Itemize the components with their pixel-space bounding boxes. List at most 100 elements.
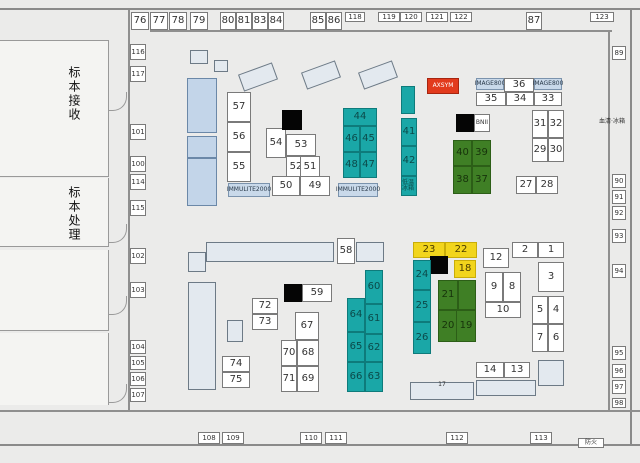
instrument-teal-top[interactable]	[401, 86, 415, 114]
station-31[interactable]: 31	[532, 110, 548, 138]
station-115[interactable]: 115	[130, 200, 146, 216]
station-78[interactable]: 78	[169, 12, 187, 30]
station-67[interactable]: 67	[295, 312, 319, 340]
station-21[interactable]: 21	[438, 280, 458, 310]
station-38[interactable]: 38	[453, 166, 472, 194]
station-56[interactable]: 56	[227, 122, 251, 152]
station-104[interactable]: 104	[130, 340, 146, 354]
station-24[interactable]: 24	[413, 260, 431, 290]
station-120[interactable]: 120	[400, 12, 422, 22]
station-44[interactable]: 44	[343, 108, 377, 126]
station-121[interactable]: 121	[426, 12, 448, 22]
station-27[interactable]: 27	[516, 176, 536, 194]
station-60[interactable]: 60	[365, 270, 383, 304]
station-107[interactable]: 107	[130, 388, 146, 402]
station-87[interactable]: 87	[526, 12, 542, 30]
station-47[interactable]: 47	[360, 152, 377, 178]
station-92[interactable]: 92	[612, 206, 626, 220]
station-122[interactable]: 122	[450, 12, 472, 22]
station-72[interactable]: 72	[252, 298, 278, 314]
instrument-immulite-b[interactable]: IMMULITE2000	[336, 183, 380, 197]
station-3[interactable]: 3	[538, 262, 564, 292]
station-89[interactable]: 89	[612, 46, 626, 60]
station-77[interactable]: 77	[150, 12, 168, 30]
station-102[interactable]: 102	[130, 248, 146, 264]
station-39[interactable]: 39	[472, 140, 491, 166]
station-40[interactable]: 40	[453, 140, 472, 166]
station-34[interactable]: 34	[506, 92, 534, 106]
station-112[interactable]: 112	[446, 432, 468, 444]
station-9[interactable]: 9	[485, 272, 503, 302]
station-91[interactable]: 91	[612, 190, 626, 204]
station-18[interactable]: 18	[454, 260, 476, 278]
station-69[interactable]: 69	[297, 366, 319, 392]
station-50[interactable]: 50	[272, 176, 300, 196]
station-4[interactable]: 4	[548, 296, 564, 324]
station-57[interactable]: 57	[227, 92, 251, 122]
station-109[interactable]: 109	[222, 432, 244, 444]
station-93[interactable]: 93	[612, 229, 626, 243]
station-53[interactable]: 53	[286, 134, 316, 156]
station-113[interactable]: 113	[530, 432, 552, 444]
station-116[interactable]: 116	[130, 44, 146, 60]
station-12[interactable]: 12	[483, 248, 509, 268]
station-19[interactable]: 19	[456, 310, 476, 342]
station-70[interactable]: 70	[281, 340, 297, 366]
station-43[interactable]: 低温冰箱	[401, 176, 417, 196]
station-117[interactable]: 117	[130, 66, 146, 82]
station-80[interactable]: 80	[220, 12, 236, 30]
station-45[interactable]: 45	[360, 126, 377, 152]
station-51[interactable]: 51	[300, 156, 320, 178]
station-61[interactable]: 61	[365, 304, 383, 334]
station-20[interactable]: 20	[438, 310, 458, 342]
station-25[interactable]: 25	[413, 290, 431, 322]
station-83[interactable]: 83	[252, 12, 268, 30]
station-108[interactable]: 108	[198, 432, 220, 444]
instrument-immulite-a[interactable]: IMMULITE2000	[227, 183, 271, 197]
station-32[interactable]: 32	[548, 110, 564, 138]
station-55[interactable]: 55	[227, 152, 251, 182]
station-14[interactable]: 14	[476, 362, 504, 378]
station-48[interactable]: 48	[343, 152, 360, 178]
station-6[interactable]: 6	[548, 324, 564, 352]
station-86[interactable]: 86	[326, 12, 342, 30]
station-1[interactable]: 1	[538, 242, 564, 258]
station-76[interactable]: 76	[131, 12, 149, 30]
station-26[interactable]: 26	[413, 322, 431, 354]
station-10[interactable]: 10	[485, 302, 521, 318]
station-105[interactable]: 105	[130, 356, 146, 370]
station-81[interactable]: 81	[236, 12, 252, 30]
instrument-image800-a[interactable]: IMAGE800	[475, 78, 505, 90]
station-111[interactable]: 111	[325, 432, 347, 444]
station-75[interactable]: 75	[222, 372, 250, 388]
station-8[interactable]: 8	[503, 272, 521, 302]
station-2[interactable]: 2	[512, 242, 538, 258]
station-119[interactable]: 119	[378, 12, 400, 22]
station-29[interactable]: 29	[532, 138, 548, 162]
station-41[interactable]: 41	[401, 118, 417, 146]
station-37[interactable]: 37	[472, 166, 491, 194]
station-22[interactable]: 22	[445, 242, 477, 258]
station-71[interactable]: 71	[281, 366, 297, 392]
instrument-image800-b[interactable]: IMAGE800	[533, 78, 563, 90]
station-64[interactable]: 64	[347, 298, 365, 332]
station-59[interactable]: 59	[302, 284, 332, 302]
station-84[interactable]: 84	[268, 12, 284, 30]
station-96[interactable]: 96	[612, 364, 626, 378]
station-65[interactable]: 65	[347, 332, 365, 362]
station-97[interactable]: 97	[612, 380, 626, 394]
station-103[interactable]: 103	[130, 282, 146, 298]
station-123[interactable]: 123	[590, 12, 614, 22]
station-46[interactable]: 46	[343, 126, 360, 152]
station-28[interactable]: 28	[536, 176, 558, 194]
station-33[interactable]: 33	[534, 92, 562, 106]
station-66[interactable]: 66	[347, 362, 365, 392]
station-74[interactable]: 74	[222, 356, 250, 372]
station-90[interactable]: 90	[612, 174, 626, 188]
station-85[interactable]: 85	[310, 12, 326, 30]
station-114[interactable]: 114	[130, 174, 146, 190]
station-94[interactable]: 94	[612, 264, 626, 278]
station-7[interactable]: 7	[532, 324, 548, 352]
station-73[interactable]: 73	[252, 314, 278, 330]
station-100[interactable]: 100	[130, 156, 146, 172]
